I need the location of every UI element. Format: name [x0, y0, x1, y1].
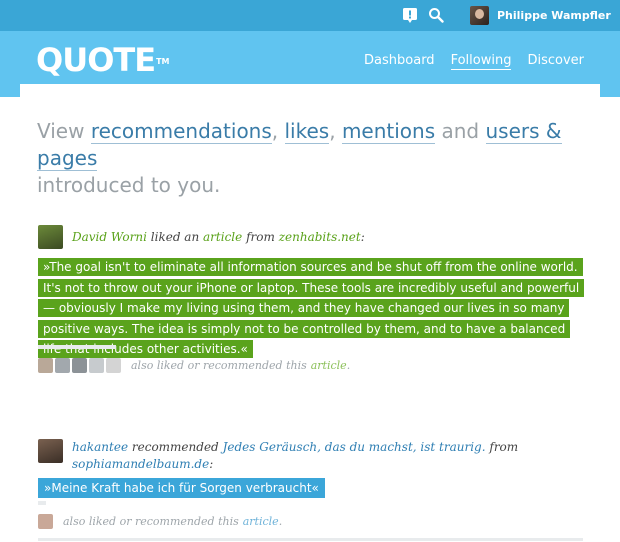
avatar[interactable]: [38, 225, 63, 249]
avatar[interactable]: [38, 358, 53, 373]
also-article-link[interactable]: article: [311, 359, 347, 372]
article-link[interactable]: Jedes Geräusch, das du machst, ist traur…: [223, 440, 486, 454]
activity-from: from: [489, 440, 519, 454]
article-link[interactable]: article: [203, 230, 242, 244]
activity-colon: :: [209, 457, 214, 471]
also-text: also liked or recommended this: [131, 359, 307, 372]
nav-dashboard[interactable]: Dashboard: [364, 53, 435, 70]
divider: [38, 345, 116, 349]
search-icon[interactable]: [428, 7, 444, 23]
quote-block[interactable]: »Meine Kraft habe ich für Sorgen verbrau…: [38, 478, 325, 498]
logo-trademark: TM: [156, 57, 170, 66]
avatar[interactable]: [106, 358, 121, 373]
also-end: .: [278, 515, 283, 528]
intro-comma: ,: [329, 119, 336, 143]
intro-view: View: [37, 119, 85, 143]
logo-text: QUOTE: [36, 41, 156, 79]
user-link[interactable]: David Worni: [72, 230, 147, 244]
also-article-link[interactable]: article: [243, 515, 279, 528]
source-link[interactable]: sophiamandelbaum.de: [72, 457, 209, 471]
intro-text: View recommendations, likes, mentions an…: [37, 118, 597, 199]
quote-text: »The goal isn't to eliminate all informa…: [38, 258, 585, 358]
also-text: also liked or recommended this: [63, 515, 239, 528]
quote-block[interactable]: »The goal isn't to eliminate all informa…: [38, 257, 585, 360]
also-end: .: [346, 359, 351, 372]
activity-from: from: [246, 230, 275, 244]
divider: [38, 501, 46, 505]
activity-header: hakantee recommended Jedes Geräusch, das…: [38, 439, 522, 473]
activity-text: David Worni liked an article from zenhab…: [72, 229, 365, 246]
intro-rest: introduced to you.: [37, 173, 221, 197]
user-link[interactable]: hakantee: [72, 440, 128, 454]
intro-comma: ,: [271, 119, 279, 143]
intro-and: and: [441, 119, 480, 143]
activity-header: David Worni liked an article from zenhab…: [38, 225, 365, 249]
notification-icon[interactable]: [402, 7, 418, 23]
avatar[interactable]: [55, 358, 70, 373]
source-link[interactable]: zenhabits.net: [279, 230, 361, 244]
avatar[interactable]: [38, 439, 63, 463]
nav-following[interactable]: Following: [450, 53, 512, 70]
avatar: [470, 5, 489, 25]
user-menu[interactable]: Philippe Wampfler: [470, 5, 611, 25]
activity-action: liked an: [150, 230, 200, 244]
link-mentions[interactable]: mentions: [341, 119, 436, 144]
quote-logo[interactable]: QUOTETM: [36, 44, 170, 76]
link-likes[interactable]: likes: [284, 119, 330, 144]
link-recommendations[interactable]: recommendations: [90, 119, 272, 144]
user-name: Philippe Wampfler: [497, 8, 611, 22]
activity-text: hakantee recommended Jedes Geräusch, das…: [72, 439, 522, 473]
avatar[interactable]: [72, 358, 87, 373]
avatar[interactable]: [89, 358, 104, 373]
activity-action: recommended: [131, 440, 219, 454]
main-nav: Dashboard Following Discover: [348, 53, 584, 70]
nav-discover[interactable]: Discover: [527, 53, 584, 70]
divider: [38, 538, 583, 541]
also-liked: also liked or recommended this article.: [38, 514, 282, 529]
activity-colon: :: [360, 230, 365, 244]
also-liked: also liked or recommended this article.: [38, 358, 350, 373]
top-bar: Philippe Wampfler: [0, 0, 620, 31]
quote-text: »Meine Kraft habe ich für Sorgen verbrau…: [44, 481, 319, 495]
avatar[interactable]: [38, 514, 53, 529]
